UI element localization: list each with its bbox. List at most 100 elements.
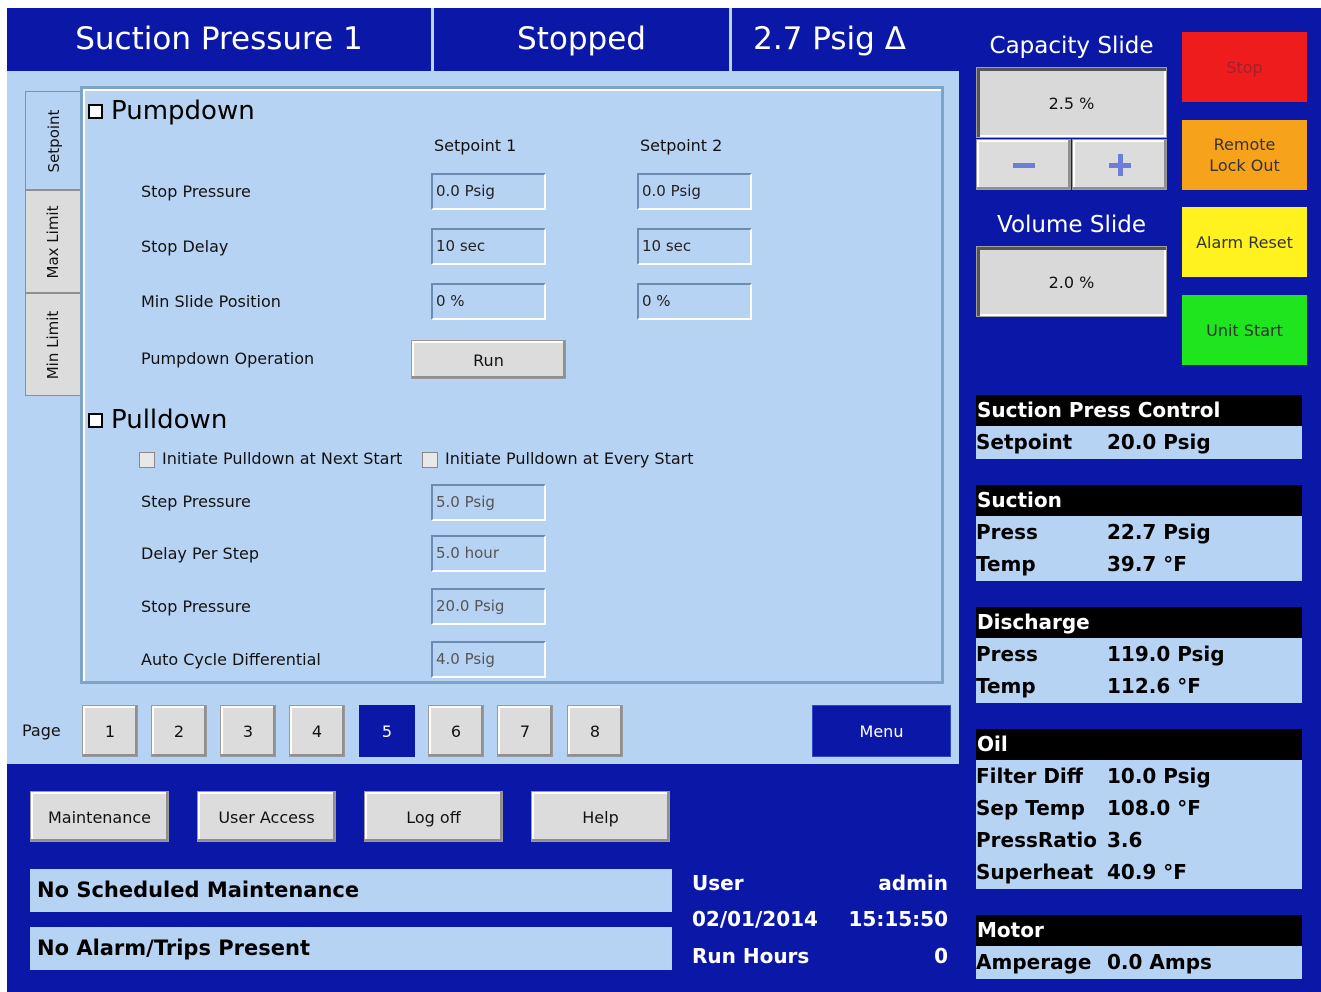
superheat-key: Superheat: [976, 860, 1094, 884]
oil-filter-diff-row: Filter Diff 10.0 Psig: [976, 760, 1302, 792]
page-button-4[interactable]: 4: [289, 705, 345, 757]
discharge-press-value: 119.0 Psig: [1107, 642, 1225, 666]
help-button[interactable]: Help: [531, 791, 670, 842]
page-button-1[interactable]: 1: [82, 705, 138, 757]
alarm-reset-button[interactable]: Alarm Reset: [1182, 207, 1307, 277]
discharge-temp-row: Temp 112.6 °F: [976, 670, 1302, 702]
tab-label: Max Limit: [44, 205, 62, 278]
capacity-decrease-button[interactable]: [976, 139, 1071, 190]
suction-title: Suction: [976, 485, 1302, 516]
user-value: admin: [878, 871, 948, 895]
discharge-temp-key: Temp: [976, 674, 1036, 698]
every-start-label: Initiate Pulldown at Every Start: [445, 449, 694, 468]
stop-delay-sp1-field[interactable]: 10 sec: [431, 228, 546, 265]
amperage-key: Amperage: [976, 950, 1092, 974]
pulldown-every-start-option[interactable]: Initiate Pulldown at Every Start: [422, 449, 694, 468]
pulldown-checkbox[interactable]: [88, 412, 103, 428]
stop-button-label: Stop: [1226, 57, 1263, 77]
motor-title: Motor: [976, 915, 1302, 946]
oil-press-ratio-row: PressRatio 3.6: [976, 824, 1302, 856]
suction-temp-key: Temp: [976, 552, 1036, 576]
superheat-value: 40.9 °F: [1107, 860, 1187, 884]
suction-panel: Press 22.7 Psig Temp 39.7 °F: [976, 516, 1302, 581]
min-slide-sp2-field[interactable]: 0 %: [637, 283, 752, 320]
suction-press-row: Press 22.7 Psig: [976, 516, 1302, 548]
page-button-6[interactable]: 6: [428, 705, 484, 757]
setpoint2-header: Setpoint 2: [640, 136, 723, 155]
pumpdown-section[interactable]: Pumpdown: [88, 93, 255, 129]
discharge-press-row: Press 119.0 Psig: [976, 638, 1302, 670]
run-hours-label: Run Hours: [692, 944, 810, 968]
pressure-delta: 2.7 Psig Δ: [732, 8, 927, 71]
run-status: Stopped: [434, 8, 729, 71]
min-slide-position-label: Min Slide Position: [141, 292, 281, 311]
tab-min-limit[interactable]: Min Limit: [25, 293, 81, 396]
suction-temp-row: Temp 39.7 °F: [976, 548, 1302, 580]
delay-per-step-field[interactable]: 5.0 hour: [431, 535, 546, 572]
remote-lock-out-button[interactable]: Remote Lock Out: [1182, 120, 1307, 190]
page-button-5[interactable]: 5: [359, 705, 415, 757]
run-button[interactable]: Run: [411, 340, 566, 379]
tab-max-limit[interactable]: Max Limit: [25, 190, 81, 293]
maintenance-button[interactable]: Maintenance: [30, 791, 169, 842]
setpoint-value: 20.0 Psig: [1107, 430, 1211, 454]
sep-temp-key: Sep Temp: [976, 796, 1085, 820]
tab-setpoint[interactable]: Setpoint: [25, 91, 81, 190]
pulldown-stop-pressure-label: Stop Pressure: [141, 597, 251, 616]
min-slide-sp1-field[interactable]: 0 %: [431, 283, 546, 320]
screen-title: Suction Pressure 1: [7, 8, 431, 71]
pulldown-stop-pressure-field[interactable]: 20.0 Psig: [431, 588, 546, 625]
sep-temp-value: 108.0 °F: [1107, 796, 1201, 820]
filter-diff-key: Filter Diff: [976, 764, 1083, 788]
maintenance-status: No Scheduled Maintenance: [30, 869, 672, 912]
setpoint1-header: Setpoint 1: [434, 136, 517, 155]
suction-press-key: Press: [976, 520, 1038, 544]
stop-pressure-sp1-field[interactable]: 0.0 Psig: [431, 173, 546, 210]
plus-icon-vertical: [1118, 154, 1123, 176]
menu-button[interactable]: Menu: [812, 705, 951, 757]
oil-sep-temp-row: Sep Temp 108.0 °F: [976, 792, 1302, 824]
auto-cycle-differential-field[interactable]: 4.0 Psig: [431, 641, 546, 678]
press-ratio-value: 3.6: [1107, 828, 1143, 852]
remote-lock-out-label: Remote Lock Out: [1209, 135, 1280, 175]
log-off-button[interactable]: Log off: [364, 791, 503, 842]
page-button-3[interactable]: 3: [220, 705, 276, 757]
amperage-value: 0.0 Amps: [1107, 950, 1212, 974]
filter-diff-value: 10.0 Psig: [1107, 764, 1211, 788]
page-button-8[interactable]: 8: [567, 705, 623, 757]
capacity-increase-button[interactable]: [1072, 139, 1167, 190]
pumpdown-checkbox[interactable]: [88, 103, 103, 119]
oil-superheat-row: Superheat 40.9 °F: [976, 856, 1302, 888]
next-start-checkbox[interactable]: [139, 451, 155, 468]
suction-press-control-title: Suction Press Control: [976, 395, 1302, 426]
volume-slide-value: 2.0 %: [976, 246, 1167, 317]
pumpdown-heading: Pumpdown: [111, 96, 255, 126]
pulldown-next-start-option[interactable]: Initiate Pulldown at Next Start: [139, 449, 402, 468]
unit-start-button[interactable]: Unit Start: [1182, 295, 1307, 365]
setpoint-row: Setpoint 20.0 Psig: [976, 426, 1302, 458]
step-pressure-label: Step Pressure: [141, 492, 251, 511]
press-ratio-key: PressRatio: [976, 828, 1097, 852]
every-start-checkbox[interactable]: [422, 451, 438, 468]
discharge-title: Discharge: [976, 607, 1302, 638]
stop-button[interactable]: Stop: [1182, 32, 1307, 102]
motor-amperage-row: Amperage 0.0 Amps: [976, 946, 1302, 978]
capacity-slide-label: Capacity Slide: [989, 33, 1154, 59]
unit-start-label: Unit Start: [1206, 320, 1283, 340]
user-access-button[interactable]: User Access: [197, 791, 336, 842]
page-label: Page: [22, 721, 61, 740]
auto-cycle-differential-label: Auto Cycle Differential: [141, 650, 321, 669]
discharge-temp-value: 112.6 °F: [1107, 674, 1201, 698]
pulldown-section[interactable]: Pulldown: [88, 402, 227, 438]
page-button-7[interactable]: 7: [497, 705, 553, 757]
time-display: 15:15:50: [848, 907, 949, 931]
pumpdown-operation-label: Pumpdown Operation: [141, 349, 315, 368]
volume-slide-label: Volume Slide: [997, 212, 1146, 238]
stop-pressure-sp2-field[interactable]: 0.0 Psig: [637, 173, 752, 210]
suction-press-value: 22.7 Psig: [1107, 520, 1211, 544]
suction-press-control-panel: Setpoint 20.0 Psig: [976, 426, 1302, 459]
step-pressure-field[interactable]: 5.0 Psig: [431, 484, 546, 521]
run-hours-value: 0: [934, 944, 948, 968]
page-button-2[interactable]: 2: [151, 705, 207, 757]
stop-delay-sp2-field[interactable]: 10 sec: [637, 228, 752, 265]
